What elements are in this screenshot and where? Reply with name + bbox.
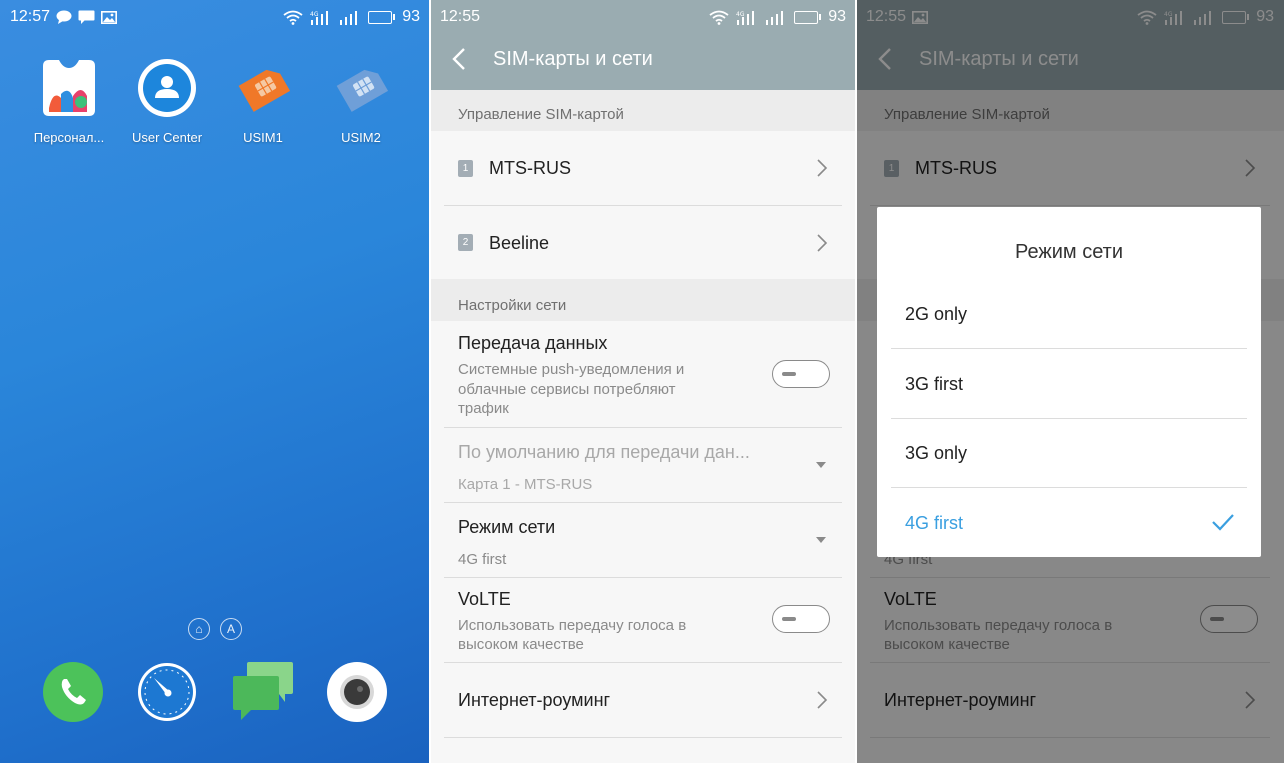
signal-icon	[339, 10, 361, 25]
signal-icon	[765, 10, 787, 25]
internet-roaming-title: Интернет-роуминг	[458, 690, 611, 710]
phone-icon[interactable]	[43, 662, 103, 722]
section-header-network: Настройки сети	[458, 297, 567, 314]
app-bar: 12:55 4G 93 SIM-карты и сети	[430, 0, 856, 90]
status-time: 12:57	[10, 8, 51, 25]
battery-percent: 93	[402, 8, 420, 25]
chevron-right-icon	[816, 158, 828, 178]
page-dot-a[interactable]: A	[220, 618, 242, 640]
sim-row-1[interactable]: 1 MTS-RUS	[444, 131, 842, 206]
screen-divider	[855, 0, 857, 763]
data-transfer-toggle[interactable]	[772, 360, 830, 388]
network-mode-title: Режим сети	[458, 517, 556, 537]
data-transfer-subtitle-3: трафик	[458, 400, 509, 417]
network-mode-dialog: Режим сети 2G only 3G first 3G only 4G f…	[877, 207, 1261, 557]
default-data-row[interactable]: По умолчанию для передачи дан... Карта 1…	[444, 428, 842, 503]
network-mode-row[interactable]: Режим сети 4G first	[444, 503, 842, 578]
messages-icon[interactable]	[233, 662, 293, 722]
screen-divider	[429, 0, 431, 763]
checkmark-icon	[1211, 512, 1235, 532]
svg-text:4G: 4G	[310, 11, 319, 18]
option-label: 2G only	[905, 304, 968, 324]
network-mode-dialog-screen: 12:55 4G 93 SIM-карты и сети Управление …	[856, 0, 1284, 763]
sim-1-badge: 1	[458, 160, 473, 177]
dropdown-caret-icon	[816, 537, 826, 543]
option-3g-only[interactable]: 3G only	[891, 418, 1247, 488]
image-icon	[101, 10, 118, 24]
message-icon	[78, 10, 95, 24]
data-transfer-row[interactable]: Передача данных Системные push-уведомлен…	[444, 321, 842, 428]
option-4g-first[interactable]: 4G first	[891, 488, 1247, 558]
themes-icon	[39, 58, 99, 118]
option-2g-only[interactable]: 2G only	[891, 279, 1247, 349]
chevron-right-icon	[816, 233, 828, 253]
sim-2-name: Beeline	[489, 233, 550, 253]
back-arrow-icon[interactable]	[448, 46, 472, 72]
default-data-title: По умолчанию для передачи дан...	[458, 442, 750, 462]
option-label: 4G first	[905, 513, 964, 533]
option-label: 3G first	[905, 374, 964, 394]
network-settings-list: Передача данных Системные push-уведомлен…	[430, 321, 856, 763]
battery-icon	[794, 10, 822, 24]
data-transfer-title: Передача данных	[458, 333, 608, 353]
internet-roaming-row[interactable]: Интернет-роуминг	[444, 663, 842, 738]
wifi-icon	[283, 10, 303, 25]
app-usim2[interactable]: USIM2	[313, 58, 409, 145]
app-label: Персонал...	[33, 130, 105, 145]
sim-card-blue-icon	[331, 58, 391, 118]
page-indicator: ⌂ A	[188, 618, 242, 640]
signal-4g-icon: 4G	[736, 10, 758, 25]
option-3g-first[interactable]: 3G first	[891, 349, 1247, 419]
dropdown-caret-icon	[816, 462, 826, 468]
volte-title: VoLTE	[458, 589, 511, 609]
data-transfer-subtitle-2: облачные сервисы потребляют	[458, 381, 676, 398]
app-usim1[interactable]: USIM1	[215, 58, 311, 145]
sim-row-2[interactable]: 2 Beeline	[444, 206, 842, 279]
app-user-center[interactable]: User Center	[119, 58, 215, 145]
wifi-icon	[709, 10, 729, 25]
battery-icon	[368, 10, 396, 24]
chevron-right-icon	[816, 690, 828, 710]
volte-subtitle-1: Использовать передачу голоса в	[458, 617, 687, 634]
app-personalization[interactable]: Персонал...	[21, 58, 117, 145]
app-label: User Center	[131, 130, 203, 145]
sim-2-badge: 2	[458, 234, 473, 251]
camera-icon[interactable]	[327, 662, 387, 722]
sim-list: 1 MTS-RUS 2 Beeline	[430, 131, 856, 279]
status-bar: 12:57 4G 93	[0, 0, 430, 34]
user-center-icon	[137, 58, 197, 118]
status-time: 12:55	[440, 8, 481, 25]
default-data-value: Карта 1 - MTS-RUS	[458, 476, 593, 493]
volte-row[interactable]: VoLTE Использовать передачу голоса в выс…	[444, 578, 842, 663]
network-mode-value: 4G first	[458, 551, 507, 568]
page-title: SIM-карты и сети	[493, 48, 653, 70]
sim-card-orange-icon	[233, 58, 293, 118]
settings-screen: 12:55 4G 93 SIM-карты и сети Управление …	[430, 0, 856, 763]
home-screen: 12:57 4G 93 Персонал... User Center USIM…	[0, 0, 430, 763]
sim-1-name: MTS-RUS	[489, 158, 571, 178]
volte-subtitle-2: высоком качестве	[458, 636, 584, 653]
battery-percent: 93	[828, 8, 846, 25]
chat-bubble-icon	[56, 10, 72, 24]
section-header-sim: Управление SIM-картой	[458, 106, 624, 123]
data-transfer-subtitle-1: Системные push-уведомления и	[458, 361, 685, 378]
app-label: USIM2	[341, 130, 381, 145]
app-label: USIM1	[243, 130, 283, 145]
signal-4g-icon: 4G	[310, 10, 332, 25]
browser-compass-icon[interactable]	[137, 662, 197, 722]
option-label: 3G only	[905, 443, 968, 463]
home-page-dot[interactable]: ⌂	[188, 618, 210, 640]
status-bar: 12:55 4G 93	[430, 0, 856, 34]
volte-toggle[interactable]	[772, 605, 830, 633]
svg-text:4G: 4G	[736, 11, 745, 18]
dialog-title: Режим сети	[1014, 241, 1123, 263]
